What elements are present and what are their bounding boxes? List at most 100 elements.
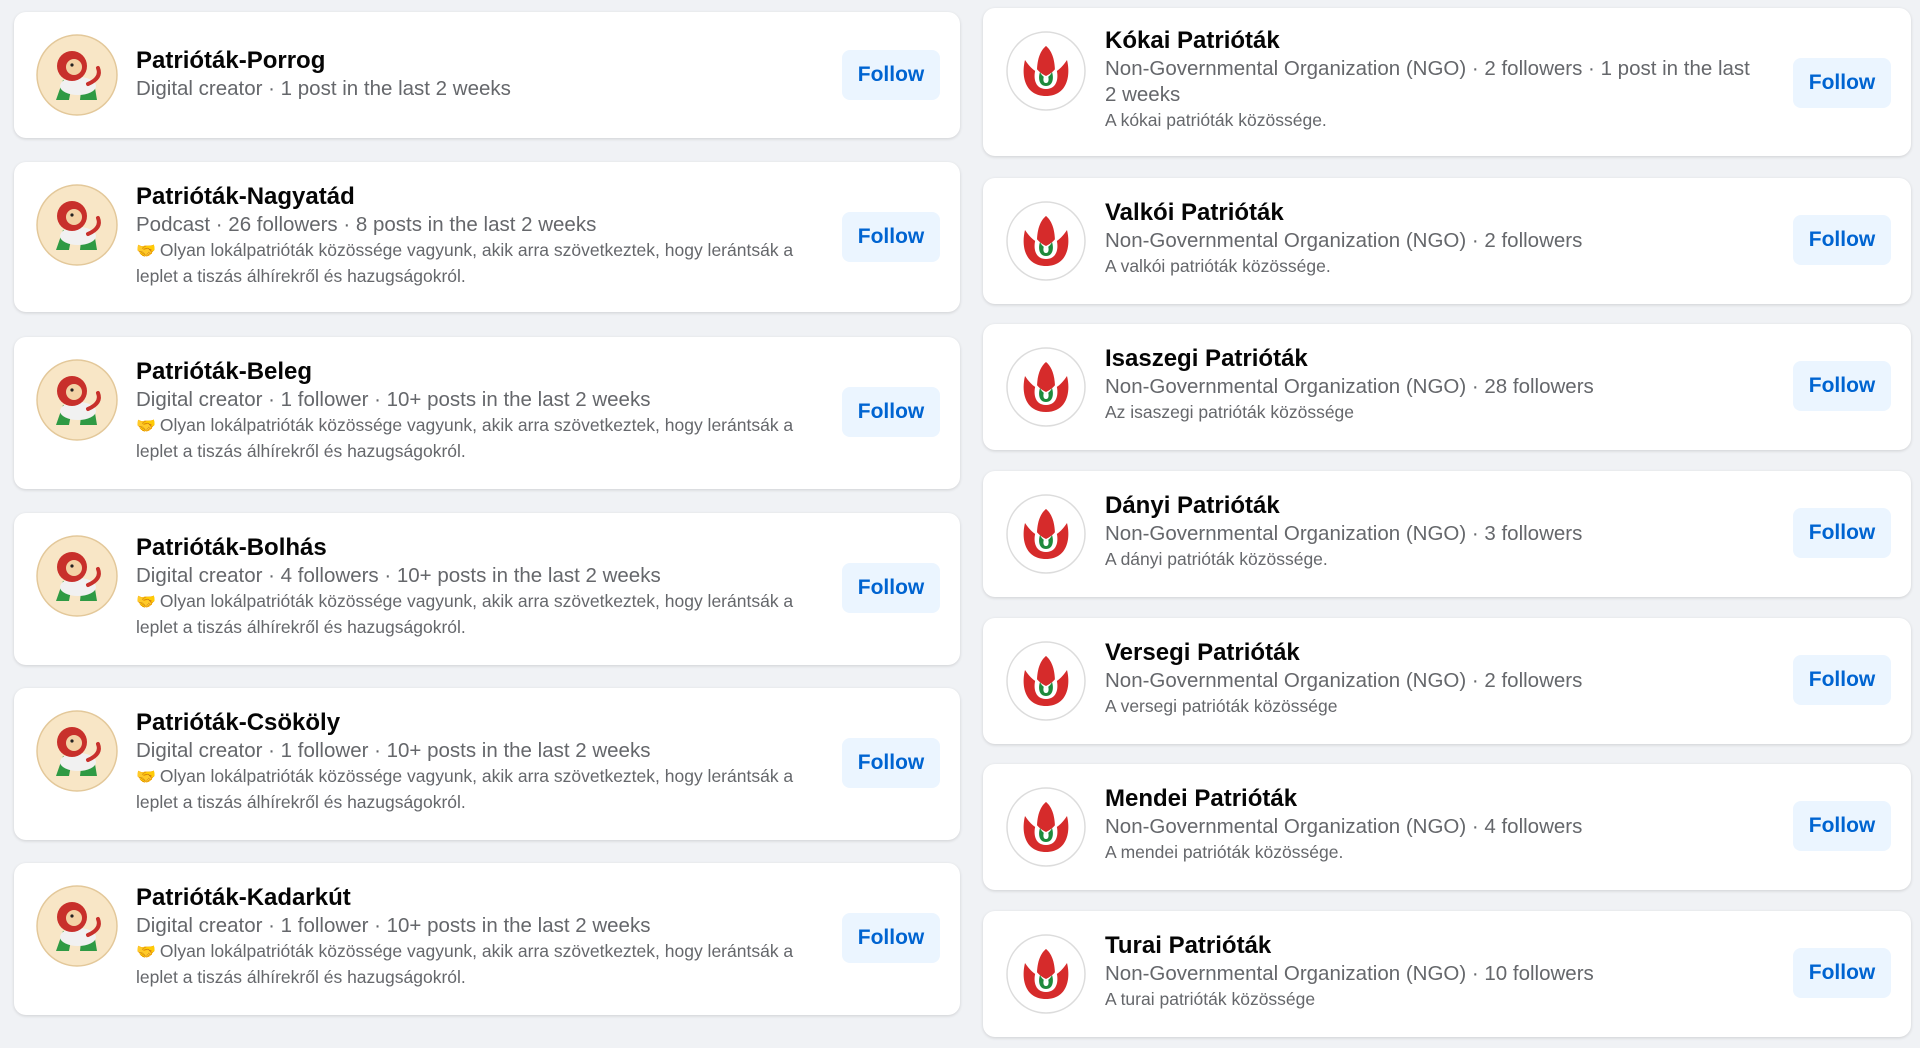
- left-column: Patrióták-Porrog Digital creator · 1 post…: [0, 0, 970, 1048]
- page-meta: Non-Governmental Organization (NGO) · 10…: [1105, 962, 1594, 985]
- lion-avatar-icon[interactable]: [36, 710, 118, 792]
- lion-avatar-icon[interactable]: [36, 34, 118, 116]
- page-name[interactable]: Turai Patrióták: [1105, 931, 1761, 961]
- page-name[interactable]: Kókai Patrióták: [1105, 26, 1761, 56]
- page-name[interactable]: Patrióták-Nagyatád: [136, 182, 810, 212]
- lion-avatar-icon[interactable]: [36, 535, 118, 617]
- page-info: Versegi Patrióták Non-Governmental Organi…: [1105, 638, 1761, 719]
- page-meta: Non-Governmental Organization (NGO) · 4 …: [1105, 815, 1583, 838]
- page-card: Versegi Patrióták Non-Governmental Organi…: [983, 618, 1911, 744]
- page-meta: Podcast · 26 followers · 8 posts in the …: [136, 213, 597, 236]
- follow-button[interactable]: Follow: [1793, 58, 1891, 108]
- page-description-row: A dányi patrióták közössége.: [1105, 547, 1761, 572]
- page-description: A valkói patrióták közössége.: [1105, 256, 1331, 276]
- handshake-icon: 🤝: [136, 243, 156, 260]
- follow-button[interactable]: Follow: [842, 212, 940, 262]
- page-description-row: 🤝 Olyan lokálpatrióták közössége vagyunk,…: [136, 238, 810, 289]
- tulip-logo-icon[interactable]: [1005, 200, 1087, 282]
- page-info: Patrióták-Porrog Digital creator · 1 post…: [136, 46, 810, 102]
- page-description: A versegi patrióták közössége: [1105, 696, 1338, 716]
- page-name[interactable]: Patrióták-Bolhás: [136, 533, 810, 563]
- follow-button[interactable]: Follow: [842, 913, 940, 963]
- page-info: Isaszegi Patrióták Non-Governmental Organ…: [1105, 344, 1761, 425]
- follow-button[interactable]: Follow: [842, 387, 940, 437]
- tulip-logo-icon[interactable]: [1005, 933, 1087, 1015]
- page-card: Patrióták-Porrog Digital creator · 1 post…: [14, 12, 960, 138]
- page-description-row: 🤝 Olyan lokálpatrióták közössége vagyunk,…: [136, 413, 810, 464]
- page-info: Dányi Patrióták Non-Governmental Organiza…: [1105, 491, 1761, 572]
- page-name[interactable]: Dányi Patrióták: [1105, 491, 1761, 521]
- page-description-row: A turai patrióták közössége: [1105, 987, 1761, 1012]
- page-info: Patrióták-Kadarkút Digital creator · 1 fo…: [136, 883, 810, 990]
- tulip-logo-icon[interactable]: [1005, 640, 1087, 722]
- tulip-logo-icon[interactable]: [1005, 30, 1087, 112]
- page-card: Dányi Patrióták Non-Governmental Organiza…: [983, 471, 1911, 597]
- page-card: Patrióták-Nagyatád Podcast · 26 followers…: [14, 162, 960, 312]
- page-description: Olyan lokálpatrióták közössége vagyunk, …: [136, 591, 794, 637]
- page-meta: Non-Governmental Organization (NGO) · 28…: [1105, 375, 1594, 398]
- tulip-logo-icon[interactable]: [1005, 493, 1087, 575]
- page-info: Patrióták-Nagyatád Podcast · 26 followers…: [136, 182, 810, 289]
- page-card: Patrióták-Bolhás Digital creator · 4 foll…: [14, 513, 960, 665]
- lion-avatar-icon[interactable]: [36, 359, 118, 441]
- page-meta: Non-Governmental Organization (NGO) · 3 …: [1105, 522, 1583, 545]
- page-card: Kókai Patrióták Non-Governmental Organiza…: [983, 8, 1911, 156]
- handshake-icon: 🤝: [136, 944, 156, 961]
- page-card: Isaszegi Patrióták Non-Governmental Organ…: [983, 324, 1911, 450]
- page-description-row: 🤝 Olyan lokálpatrióták közössége vagyunk,…: [136, 939, 810, 990]
- page-name[interactable]: Valkói Patrióták: [1105, 198, 1761, 228]
- page-card: Turai Patrióták Non-Governmental Organiza…: [983, 911, 1911, 1037]
- follow-button[interactable]: Follow: [842, 50, 940, 100]
- page-description-row: A versegi patrióták közössége: [1105, 694, 1761, 719]
- follow-button[interactable]: Follow: [1793, 655, 1891, 705]
- follow-button[interactable]: Follow: [1793, 948, 1891, 998]
- lion-avatar-icon[interactable]: [36, 885, 118, 967]
- page-description-row: A valkói patrióták közössége.: [1105, 254, 1761, 279]
- tulip-logo-icon[interactable]: [1005, 786, 1087, 868]
- page-description-row: A mendei patrióták közössége.: [1105, 840, 1761, 865]
- handshake-icon: 🤝: [136, 418, 156, 435]
- page-card: Patrióták-Kadarkút Digital creator · 1 fo…: [14, 863, 960, 1015]
- page-info: Patrióták-Bolhás Digital creator · 4 foll…: [136, 533, 810, 640]
- page-card: Valkói Patrióták Non-Governmental Organiz…: [983, 178, 1911, 304]
- follow-button[interactable]: Follow: [842, 563, 940, 613]
- page-description-row: Az isaszegi patrióták közössége: [1105, 400, 1761, 425]
- page-name[interactable]: Patrióták-Beleg: [136, 357, 810, 387]
- page-name[interactable]: Versegi Patrióták: [1105, 638, 1761, 668]
- page-meta: Non-Governmental Organization (NGO) · 2 …: [1105, 229, 1583, 252]
- page-description: Olyan lokálpatrióták közössége vagyunk, …: [136, 240, 794, 286]
- page-name[interactable]: Patrióták-Porrog: [136, 46, 810, 76]
- page-info: Valkói Patrióták Non-Governmental Organiz…: [1105, 198, 1761, 279]
- page-description: A kókai patrióták közössége.: [1105, 110, 1327, 130]
- page-info: Patrióták-Beleg Digital creator · 1 follo…: [136, 357, 810, 464]
- lion-avatar-icon[interactable]: [36, 184, 118, 266]
- tulip-logo-icon[interactable]: [1005, 346, 1087, 428]
- follow-button[interactable]: Follow: [1793, 508, 1891, 558]
- follow-button[interactable]: Follow: [1793, 801, 1891, 851]
- page-description: A turai patrióták közössége: [1105, 989, 1316, 1009]
- page-card: Patrióták-Csököly Digital creator · 1 fol…: [14, 688, 960, 840]
- follow-button[interactable]: Follow: [842, 738, 940, 788]
- page-meta: Non-Governmental Organization (NGO) · 2 …: [1105, 669, 1583, 692]
- page-name[interactable]: Mendei Patrióták: [1105, 784, 1761, 814]
- page-meta: Digital creator · 1 post in the last 2 w…: [136, 77, 511, 100]
- handshake-icon: 🤝: [136, 769, 156, 786]
- page-name[interactable]: Patrióták-Kadarkút: [136, 883, 810, 913]
- follow-button[interactable]: Follow: [1793, 361, 1891, 411]
- page-meta: Digital creator · 1 follower · 10+ posts…: [136, 388, 651, 411]
- page-card: Patrióták-Beleg Digital creator · 1 follo…: [14, 337, 960, 489]
- page-name[interactable]: Isaszegi Patrióták: [1105, 344, 1761, 374]
- page-info: Mendei Patrióták Non-Governmental Organiz…: [1105, 784, 1761, 865]
- page-description: Olyan lokálpatrióták közössége vagyunk, …: [136, 766, 794, 812]
- page-description: Olyan lokálpatrióták közössége vagyunk, …: [136, 941, 794, 987]
- page-info: Kókai Patrióták Non-Governmental Organiza…: [1105, 26, 1761, 133]
- page-description: Az isaszegi patrióták közössége: [1105, 402, 1355, 422]
- page-name[interactable]: Patrióták-Csököly: [136, 708, 810, 738]
- page-description: A mendei patrióták közössége.: [1105, 842, 1344, 862]
- page-description-row: A kókai patrióták közössége.: [1105, 108, 1761, 133]
- right-column: Kókai Patrióták Non-Governmental Organiza…: [975, 0, 1920, 1048]
- page-meta: Digital creator · 1 follower · 10+ posts…: [136, 739, 651, 762]
- page-description: A dányi patrióták közössége.: [1105, 549, 1328, 569]
- follow-button[interactable]: Follow: [1793, 215, 1891, 265]
- handshake-icon: 🤝: [136, 594, 156, 611]
